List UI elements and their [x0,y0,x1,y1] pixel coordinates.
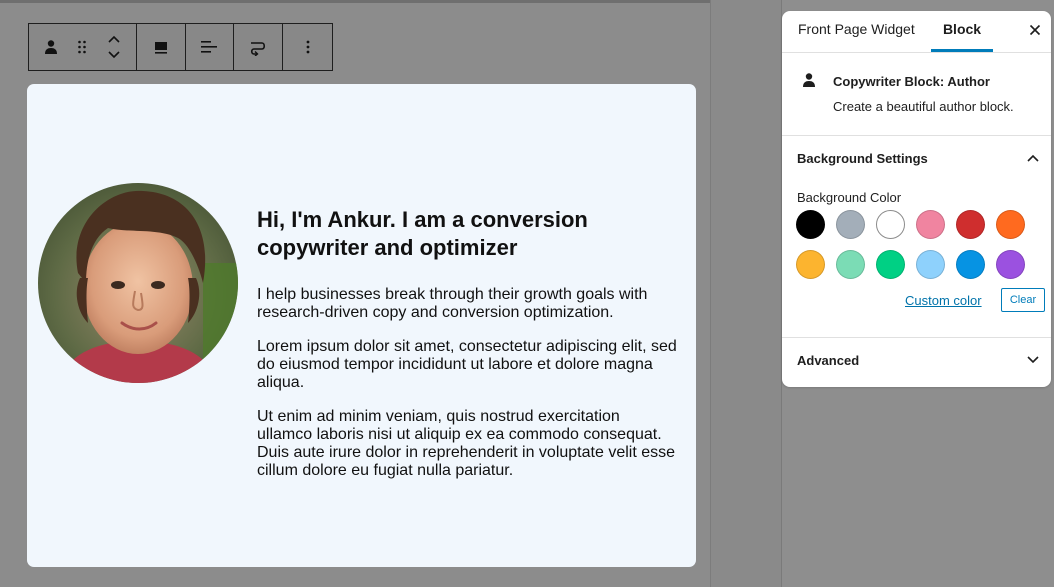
advanced-toggle[interactable]: Advanced [797,353,859,368]
bio-paragraph[interactable]: Ut enim ad minim veniam, quis nostrud ex… [257,408,677,480]
author-icon[interactable] [39,32,63,62]
author-photo [38,183,238,383]
close-icon[interactable] [1027,22,1043,38]
more-options-icon[interactable] [296,32,320,62]
tab-block[interactable]: Block [931,11,993,52]
toolbar-group-text-align [186,24,235,70]
clear-button[interactable]: Clear [1001,288,1045,312]
settings-sidebar: Front Page Widget Block Copywriter Block… [782,11,1051,387]
transform-icon[interactable] [246,32,270,62]
color-swatch[interactable] [956,250,985,279]
toolbar-group-align [137,24,186,70]
color-swatch[interactable] [916,210,945,239]
move-up-down-icon[interactable] [102,32,126,62]
color-swatch[interactable] [796,250,825,279]
drag-handle-icon[interactable] [70,32,94,62]
background-settings-toggle[interactable]: Background Settings [797,151,928,166]
author-bio: Hi, I'm Ankur. I am a conversion copywri… [257,206,677,480]
align-icon[interactable] [149,32,173,62]
toolbar-group-more [283,24,332,70]
canvas-edge [710,0,781,587]
tab-front-page-widget[interactable]: Front Page Widget [798,11,915,52]
sidebar-tabs: Front Page Widget Block [782,11,1051,53]
color-swatch[interactable] [796,210,825,239]
block-toolbar [28,23,333,71]
color-swatch[interactable] [836,250,865,279]
color-swatch[interactable] [956,210,985,239]
background-settings-panel: Background Settings Background Color Cus… [782,136,1051,338]
color-swatch[interactable] [996,250,1025,279]
color-swatch[interactable] [916,250,945,279]
toolbar-group-transform [234,24,284,70]
color-swatch[interactable] [876,250,905,279]
color-swatch[interactable] [876,210,905,239]
chevron-down-icon[interactable] [1025,352,1041,368]
color-swatch[interactable] [836,210,865,239]
text-align-icon[interactable] [197,32,221,62]
block-description: Create a beautiful author block. [833,99,1014,114]
block-title: Copywriter Block: Author [833,74,990,89]
advanced-panel: Advanced [782,338,1051,387]
block-card: Copywriter Block: Author Create a beauti… [782,53,1051,136]
author-card[interactable]: Hi, I'm Ankur. I am a conversion copywri… [27,84,696,567]
chevron-up-icon[interactable] [1025,150,1041,166]
color-swatch[interactable] [996,210,1025,239]
author-icon [802,72,816,93]
author-heading[interactable]: Hi, I'm Ankur. I am a conversion copywri… [257,206,677,262]
custom-color-link[interactable]: Custom color [905,293,982,308]
bio-paragraph[interactable]: I help businesses break through their gr… [257,286,677,322]
background-color-label: Background Color [797,190,902,205]
bio-paragraph[interactable]: Lorem ipsum dolor sit amet, consectetur … [257,338,677,392]
toolbar-group-block [29,24,137,70]
